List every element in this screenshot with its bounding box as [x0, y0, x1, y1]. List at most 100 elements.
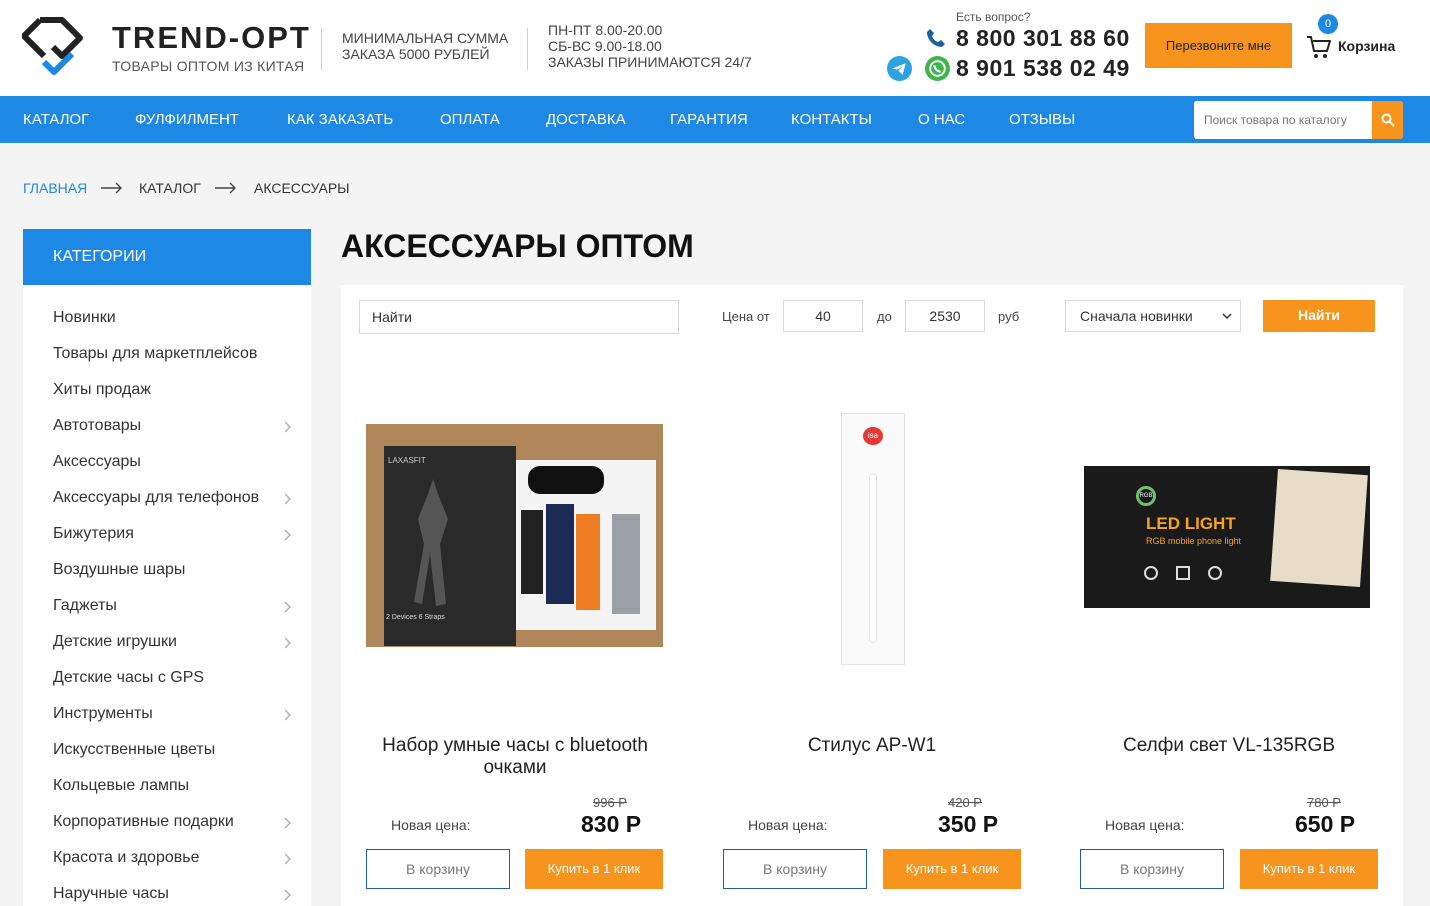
- nav-how-to-order[interactable]: КАК ЗАКАЗАТЬ: [287, 111, 393, 128]
- categories-list: Новинки Товары для маркетплейсов Хиты пр…: [23, 285, 311, 906]
- category-item[interactable]: Товары для маркетплейсов: [53, 345, 257, 363]
- breadcrumb-catalog[interactable]: КАТАЛОГ: [139, 180, 201, 196]
- price-to-input[interactable]: 2530: [905, 300, 985, 332]
- search-icon: [1381, 113, 1395, 127]
- site-header: TREND-OPT ТОВАРЫ ОПТОМ ИЗ КИТАЯ МИНИМАЛЬ…: [0, 0, 1430, 96]
- page-title: АКСЕССУАРЫ ОПТОМ: [341, 228, 694, 264]
- chevron-right-icon[interactable]: [282, 816, 292, 830]
- category-item[interactable]: Аксессуары для телефонов: [53, 489, 259, 507]
- telegram-icon[interactable]: [887, 56, 912, 81]
- breadcrumb-home[interactable]: ГЛАВНАЯ: [23, 180, 87, 196]
- product-image[interactable]: LAXASFIT 2 Devices 6 Straps: [366, 424, 663, 647]
- nav-about[interactable]: О НАС: [918, 111, 965, 128]
- nav-fulfillment[interactable]: ФУЛФИЛМЕНТ: [135, 111, 239, 128]
- callback-button[interactable]: Перезвоните мне: [1145, 23, 1292, 68]
- chevron-right-icon[interactable]: [282, 600, 292, 614]
- product-card: isa Стилус AP-W1 420 Р Новая цена: 350 Р…: [723, 393, 1021, 906]
- chevron-down-icon: [1222, 313, 1232, 320]
- filter-submit-button[interactable]: Найти: [1263, 300, 1375, 332]
- new-price: 830 Р: [581, 811, 642, 837]
- price-from-input[interactable]: 40: [783, 300, 863, 332]
- category-item[interactable]: Воздушные шары: [53, 561, 185, 579]
- sort-select[interactable]: Сначала новинки: [1065, 300, 1241, 332]
- cart-count-badge: 0: [1318, 14, 1338, 34]
- add-to-cart-button[interactable]: В корзину: [366, 849, 510, 889]
- divider: [321, 28, 322, 70]
- chevron-right-icon[interactable]: [282, 492, 292, 506]
- chevron-right-icon[interactable]: [282, 708, 292, 722]
- category-item[interactable]: Аксессуары: [53, 453, 141, 471]
- chevron-right-icon[interactable]: [282, 636, 292, 650]
- phone-number-2[interactable]: 8 901 538 02 49: [956, 55, 1130, 82]
- nav-delivery[interactable]: ДОСТАВКА: [546, 111, 626, 128]
- nav-reviews[interactable]: ОТЗЫВЫ: [1009, 111, 1075, 128]
- nav-catalog[interactable]: КАТАЛОГ: [23, 111, 89, 128]
- product-name[interactable]: Селфи свет VL-135RGB: [1080, 735, 1378, 757]
- phone-number-1[interactable]: 8 800 301 88 60: [956, 25, 1130, 52]
- new-price: 650 Р: [1295, 811, 1356, 837]
- logo-icon[interactable]: [22, 16, 84, 78]
- arrow-right-icon: [215, 182, 236, 194]
- product-panel: Найти Цена от 40 до 2530 руб Сначала нов…: [341, 285, 1403, 906]
- phone-icon: [927, 29, 945, 47]
- product-card: RGB LED LIGHT RGB mobile phone light Сел…: [1080, 393, 1378, 906]
- buy-one-click-button[interactable]: Купить в 1 клик: [1240, 849, 1378, 889]
- cart-button[interactable]: 0 Корзина: [1306, 14, 1416, 68]
- new-price-label: Новая цена:: [1105, 817, 1185, 833]
- old-price: 996 Р: [593, 795, 627, 810]
- product-image[interactable]: RGB LED LIGHT RGB mobile phone light: [1084, 466, 1370, 608]
- category-item[interactable]: Инструменты: [53, 705, 153, 723]
- new-price-label: Новая цена:: [391, 817, 471, 833]
- sort-selected-value: Сначала новинки: [1080, 308, 1193, 324]
- category-item[interactable]: Кольцевые лампы: [53, 777, 189, 795]
- new-price-label: Новая цена:: [748, 817, 828, 833]
- product-name[interactable]: Набор умные часы с bluetooth очками: [366, 735, 664, 779]
- category-item[interactable]: Детские игрушки: [53, 633, 177, 651]
- product-card: LAXASFIT 2 Devices 6 Straps Набор умные …: [366, 393, 664, 906]
- logo-subtitle: ТОВАРЫ ОПТОМ ИЗ КИТАЯ: [112, 58, 305, 74]
- chevron-right-icon[interactable]: [282, 420, 292, 434]
- category-item[interactable]: Наручные часы: [53, 885, 169, 903]
- catalog-search: [1194, 101, 1403, 139]
- category-item[interactable]: Новинки: [53, 309, 116, 327]
- add-to-cart-button[interactable]: В корзину: [1080, 849, 1224, 889]
- category-item[interactable]: Гаджеты: [53, 597, 117, 615]
- category-item[interactable]: Искусственные цветы: [53, 741, 215, 759]
- cart-label: Корзина: [1338, 38, 1396, 54]
- working-hours: ПН-ПТ 8.00-20.00 СБ-ВС 9.00-18.00 ЗАКАЗЫ…: [548, 22, 752, 70]
- categories-heading: КАТЕГОРИИ: [23, 229, 311, 285]
- min-order-info: МИНИМАЛЬНАЯ СУММА ЗАКАЗА 5000 РУБЛЕЙ: [342, 30, 509, 62]
- chevron-right-icon[interactable]: [282, 852, 292, 866]
- new-price: 350 Р: [938, 811, 999, 837]
- catalog-search-input[interactable]: [1194, 101, 1372, 139]
- product-name[interactable]: Стилус AP-W1: [723, 735, 1021, 757]
- add-to-cart-button[interactable]: В корзину: [723, 849, 867, 889]
- nav-payment[interactable]: ОПЛАТА: [440, 111, 500, 128]
- category-item[interactable]: Бижутерия: [53, 525, 134, 543]
- logo-title[interactable]: TREND-OPT: [112, 20, 311, 56]
- category-item[interactable]: Хиты продаж: [53, 381, 151, 399]
- price-from-label: Цена от: [722, 309, 770, 324]
- question-label: Есть вопрос?: [956, 10, 1031, 24]
- catalog-search-button[interactable]: [1372, 101, 1403, 139]
- cart-icon: [1307, 36, 1331, 58]
- category-item[interactable]: Корпоративные подарки: [53, 813, 234, 831]
- category-item[interactable]: Автотовары: [53, 417, 141, 435]
- nav-contacts[interactable]: КОНТАКТЫ: [791, 111, 872, 128]
- buy-one-click-button[interactable]: Купить в 1 клик: [883, 849, 1021, 889]
- main-nav: КАТАЛОГ ФУЛФИЛМЕНТ КАК ЗАКАЗАТЬ ОПЛАТА Д…: [0, 96, 1430, 143]
- product-image[interactable]: isa: [841, 413, 905, 665]
- arrow-right-icon: [101, 182, 122, 194]
- whatsapp-icon[interactable]: [925, 56, 950, 81]
- chevron-right-icon[interactable]: [282, 888, 292, 902]
- category-item[interactable]: Красота и здоровье: [53, 849, 199, 867]
- chevron-right-icon[interactable]: [282, 528, 292, 542]
- category-item[interactable]: Детские часы с GPS: [53, 669, 204, 687]
- breadcrumb-current: АКСЕССУАРЫ: [254, 180, 350, 196]
- currency-label: руб: [998, 309, 1020, 324]
- nav-guarantee[interactable]: ГАРАНТИЯ: [670, 111, 748, 128]
- divider: [527, 28, 528, 70]
- old-price: 420 Р: [948, 795, 982, 810]
- product-search-input[interactable]: Найти: [359, 300, 679, 334]
- buy-one-click-button[interactable]: Купить в 1 клик: [525, 849, 663, 889]
